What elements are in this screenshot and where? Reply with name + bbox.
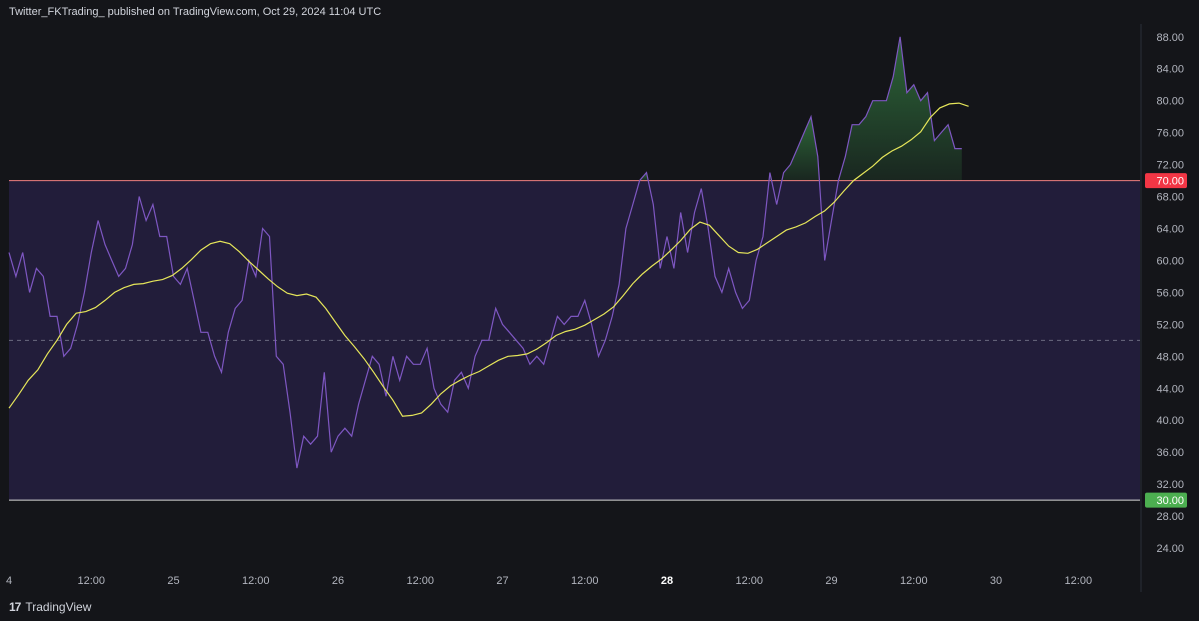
publisher-header: Twitter_FKTrading_ published on TradingV…	[9, 6, 382, 18]
x-tick-label-5: 12:00	[407, 575, 435, 587]
y-tick-label-6: 48.00	[1156, 351, 1184, 363]
x-axis-ticks: 4 12:00 25 12:00 26 12:00 27 12:00 28 12:00 29 12:0…	[6, 575, 1092, 587]
y-tick-label-10: 64.00	[1156, 223, 1184, 235]
y-tick-label-8: 56.00	[1156, 287, 1184, 299]
y-tick-label-16: 88.00	[1156, 32, 1184, 44]
tradingview-footer[interactable]: 17 TradingView	[9, 598, 91, 616]
rsi-chart[interactable]: 24.00 28.00 32.00 36.00 40.00 44.00 48.00 52.00…	[0, 22, 1199, 592]
y-tick-label-5: 44.00	[1156, 383, 1184, 395]
x-tick-label-11: 12:00	[900, 575, 928, 587]
x-tick-label-0: 4	[6, 575, 12, 587]
overbought-badge-label: 70.00	[1156, 176, 1184, 188]
y-tick-label-12: 72.00	[1156, 160, 1184, 172]
y-tick-label-1: 28.00	[1156, 511, 1184, 523]
y-axis-ticks: 24.00 28.00 32.00 36.00 40.00 44.00 48.00 52.00…	[1156, 32, 1184, 555]
y-tick-label-13: 76.00	[1156, 128, 1184, 140]
y-tick-label-15: 84.00	[1156, 64, 1184, 76]
tradingview-brand: TradingView	[25, 600, 92, 614]
y-tick-label-14: 80.00	[1156, 96, 1184, 108]
x-tick-label-9: 12:00	[736, 575, 764, 587]
x-tick-label-10: 29	[825, 575, 837, 587]
y-tick-label-3: 36.00	[1156, 447, 1184, 459]
x-tick-label-6: 27	[496, 575, 508, 587]
y-tick-label-4: 40.00	[1156, 415, 1184, 427]
x-tick-label-2: 25	[167, 575, 179, 587]
y-tick-label-7: 52.00	[1156, 319, 1184, 331]
x-tick-label-12: 30	[990, 575, 1002, 587]
x-tick-label-1: 12:00	[77, 575, 105, 587]
x-tick-label-7: 12:00	[571, 575, 599, 587]
y-tick-label-9: 60.00	[1156, 255, 1184, 267]
x-tick-label-3: 12:00	[242, 575, 270, 587]
y-tick-label-11: 68.00	[1156, 192, 1184, 204]
tradingview-logo-icon: 17	[9, 600, 21, 614]
oversold-badge-label: 30.00	[1156, 495, 1184, 507]
y-tick-label-2: 32.00	[1156, 479, 1184, 491]
y-tick-label-0: 24.00	[1156, 543, 1184, 555]
rsi-chart-svg: 24.00 28.00 32.00 36.00 40.00 44.00 48.00 52.00…	[6, 24, 1187, 592]
x-tick-label-4: 26	[332, 575, 344, 587]
x-tick-label-13: 12:00	[1065, 575, 1093, 587]
x-tick-label-8: 28	[661, 575, 673, 587]
